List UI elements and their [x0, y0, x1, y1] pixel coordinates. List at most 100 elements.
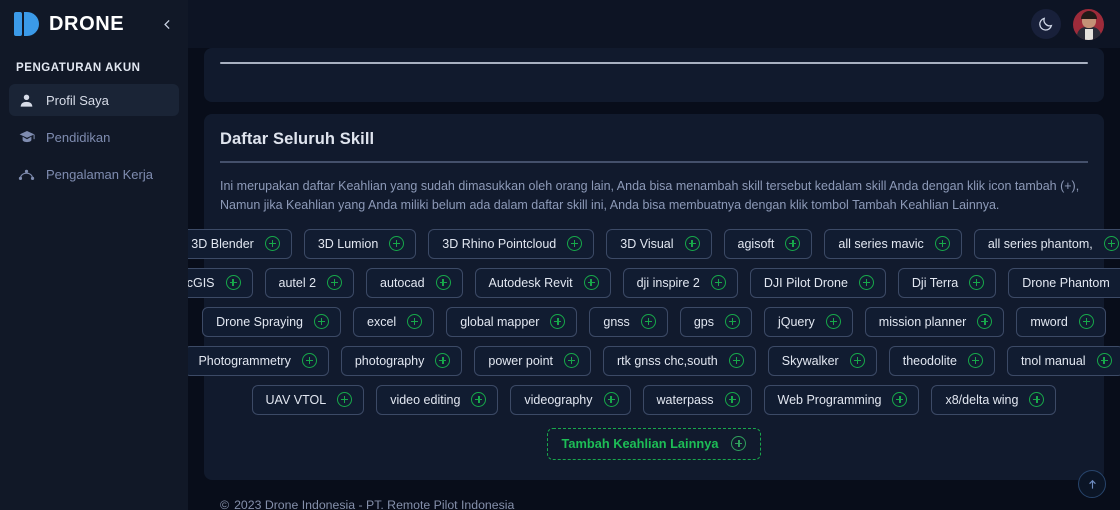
moon-icon — [1039, 17, 1053, 31]
skill-chip[interactable]: 3D Rhino Pointcloud — [428, 228, 595, 259]
plus-circle-icon[interactable] — [969, 275, 985, 290]
plus-circle-icon[interactable] — [1078, 314, 1094, 329]
skill-chip[interactable]: Dji Terra — [897, 267, 997, 298]
skill-chip[interactable]: Drone Phantom — [1008, 267, 1120, 298]
skill-chip[interactable]: autocad — [366, 267, 463, 298]
skill-chip[interactable]: waterpass — [642, 384, 752, 415]
skill-chip[interactable]: mword — [1016, 306, 1106, 337]
skill-chip[interactable]: power point — [474, 345, 591, 376]
scroll-to-top-button[interactable] — [1078, 470, 1106, 498]
skill-chip-label: Autodesk Revit — [488, 275, 573, 290]
skill-chip[interactable]: Drone Spraying — [202, 306, 341, 337]
plus-circle-icon[interactable] — [977, 314, 993, 329]
skill-chip[interactable]: jQuery — [763, 306, 853, 337]
plus-circle-icon[interactable] — [389, 236, 405, 251]
skill-chip[interactable]: videography — [510, 384, 631, 415]
plus-circle-icon[interactable] — [603, 392, 619, 407]
skill-chip[interactable]: x8/delta wing — [931, 384, 1057, 415]
plus-circle-icon[interactable] — [858, 275, 874, 290]
plus-circle-icon[interactable] — [934, 236, 950, 251]
skill-chip[interactable]: excel — [353, 306, 435, 337]
skill-chip[interactable]: gps — [679, 306, 752, 337]
skill-chip[interactable]: Autodesk Revit — [474, 267, 611, 298]
skill-chip-label: ArcGIS — [188, 275, 215, 290]
plus-circle-icon[interactable] — [849, 353, 865, 368]
sidebar-item-profil-saya[interactable]: Profil Saya — [9, 84, 179, 116]
skill-chip[interactable]: 3D Visual — [606, 228, 712, 259]
plus-circle-icon[interactable] — [564, 353, 579, 368]
skill-chip[interactable]: tnol manual — [1006, 345, 1120, 376]
plus-circle-icon[interactable] — [1096, 353, 1112, 368]
app-root: DRONE PENGATURAN AKUN Profil Saya Pendid… — [0, 0, 1120, 510]
plus-circle-icon[interactable] — [435, 275, 451, 290]
plus-circle-icon[interactable] — [407, 314, 423, 329]
plus-circle-icon[interactable] — [550, 314, 566, 329]
plus-circle-icon[interactable] — [728, 353, 744, 368]
skill-chip-label: Web Programming — [777, 392, 882, 407]
plus-circle-icon[interactable] — [724, 392, 740, 407]
skill-chip[interactable]: UAV VTOL — [251, 384, 365, 415]
skill-chip[interactable]: all series mavic — [824, 228, 962, 259]
skill-chip[interactable]: video editing — [376, 384, 499, 415]
sidebar-collapse-button[interactable] — [158, 15, 176, 33]
plus-circle-icon[interactable] — [435, 353, 451, 368]
plus-circle-icon[interactable] — [1103, 236, 1119, 251]
sidebar-item-pendidikan[interactable]: Pendidikan — [9, 121, 179, 153]
plus-circle-icon[interactable] — [710, 275, 726, 290]
skill-chip-row: Drone Spraying excel global mapper gnss gps j… — [202, 306, 1106, 337]
plus-circle-icon[interactable] — [684, 236, 700, 251]
skill-chip-label: UAV VTOL — [265, 392, 327, 407]
plus-circle-icon[interactable] — [327, 275, 343, 290]
skill-chip[interactable]: ArcGIS — [188, 267, 253, 298]
plus-circle-icon[interactable] — [567, 236, 583, 251]
graduation-cap-icon — [18, 129, 35, 146]
plus-circle-icon[interactable] — [314, 314, 329, 329]
skill-chip-label: 3D Visual — [620, 236, 674, 251]
skill-chip[interactable]: mission planner — [864, 306, 1005, 337]
theme-toggle-button[interactable] — [1031, 9, 1061, 39]
skill-chip[interactable]: Skywalker — [767, 345, 877, 376]
skill-chip[interactable]: 3D Blender — [188, 228, 292, 259]
skill-chip[interactable]: DJI Pilot Drone — [749, 267, 886, 298]
plus-circle-icon[interactable] — [1029, 392, 1045, 407]
sidebar-item-pengalaman-kerja[interactable]: Pengalaman Kerja — [9, 158, 179, 190]
skill-chip[interactable]: autel 2 — [264, 267, 355, 298]
topbar — [188, 0, 1120, 48]
skill-chip[interactable]: theodolite — [888, 345, 995, 376]
plus-circle-icon[interactable] — [825, 314, 841, 329]
skill-chip-label: gps — [693, 314, 714, 329]
skill-chip-label: x8/delta wing — [945, 392, 1019, 407]
plus-circle-icon[interactable] — [583, 275, 599, 290]
skill-list-card: Daftar Seluruh Skill Ini merupakan dafta… — [188, 114, 1120, 480]
skill-chip[interactable]: gnss — [589, 306, 668, 337]
content-scroll-area: Daftar Seluruh Skill Ini merupakan dafta… — [188, 48, 1120, 510]
skill-chip-label: 3D Blender — [191, 236, 254, 251]
skill-chip-label: Skywalker — [781, 353, 839, 368]
plus-circle-icon[interactable] — [471, 392, 487, 407]
skill-chip-label: jQuery — [777, 314, 815, 329]
skill-chip[interactable]: global mapper — [446, 306, 578, 337]
skill-chip[interactable]: all series phantom, — [973, 228, 1120, 259]
skill-chip[interactable]: agisoft — [723, 228, 813, 259]
avatar[interactable] — [1073, 8, 1104, 40]
plus-circle-icon[interactable] — [967, 353, 983, 368]
skill-chip[interactable]: Photogrammetry — [188, 345, 329, 376]
skill-chip[interactable]: photography — [340, 345, 463, 376]
skill-chip[interactable]: rtk gnss chc,south — [603, 345, 756, 376]
skill-chip[interactable]: Web Programming — [763, 384, 920, 415]
plus-circle-icon[interactable] — [724, 314, 740, 329]
skill-chip[interactable]: dji inspire 2 — [622, 267, 738, 298]
plus-circle-icon[interactable] — [301, 353, 317, 368]
skill-chip-label: waterpass — [656, 392, 714, 407]
plus-circle-icon[interactable] — [785, 236, 801, 251]
plus-circle-icon[interactable] — [264, 236, 280, 251]
sidebar-item-label: Profil Saya — [46, 92, 109, 108]
skill-chip-label: all series mavic — [838, 236, 924, 251]
plus-circle-icon[interactable] — [337, 392, 353, 407]
plus-circle-icon[interactable] — [892, 392, 908, 407]
add-other-skill-button[interactable]: Tambah Keahlian Lainnya — [546, 427, 762, 460]
plus-circle-icon[interactable] — [225, 275, 241, 290]
skill-chip[interactable]: 3D Lumion — [303, 228, 417, 259]
arrow-up-icon — [1088, 479, 1096, 489]
plus-circle-icon[interactable] — [640, 314, 656, 329]
